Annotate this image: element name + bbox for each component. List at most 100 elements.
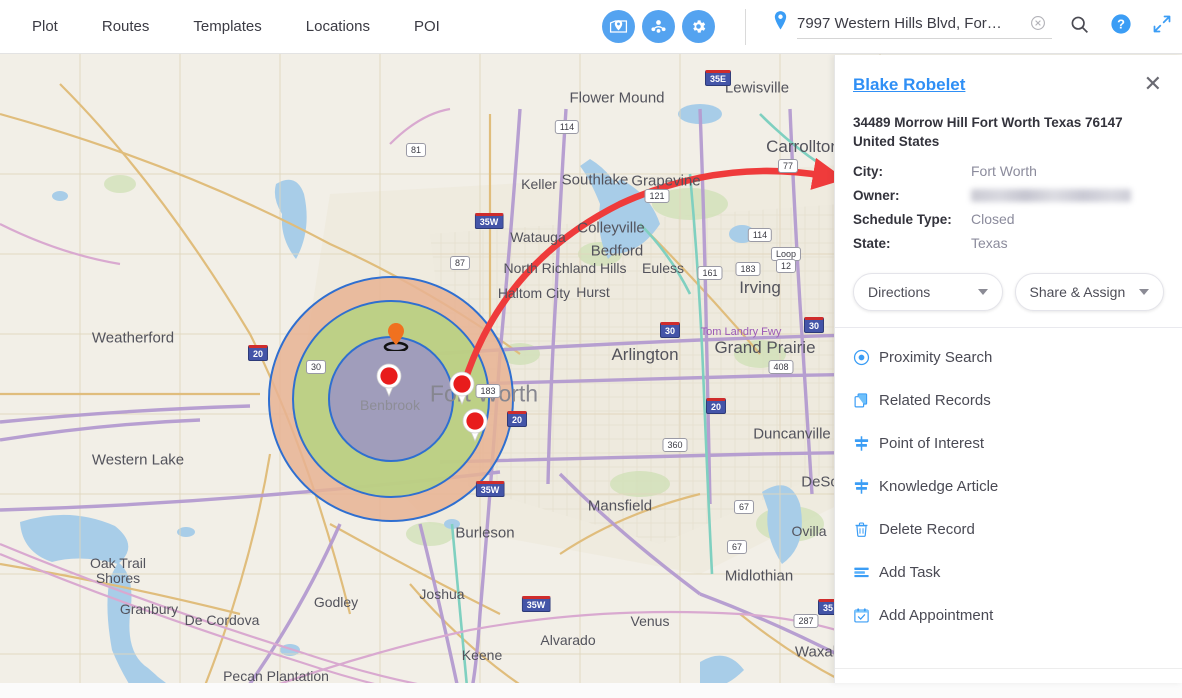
panel-action-buttons: Directions Share & Assign [835, 259, 1182, 311]
top-toolbar: Plot Routes Templates Locations POI 7997… [0, 0, 1182, 54]
toolbar-divider [745, 9, 746, 45]
menu-proximity-search[interactable]: Proximity Search [835, 336, 1182, 379]
panel-action-menu: Proximity Search Related Records Point o… [835, 328, 1182, 637]
field-row-state: State: Texas [853, 235, 1164, 251]
panel-header: Blake Robelet ✕ [835, 55, 1182, 95]
field-row-owner: Owner: [853, 187, 1164, 203]
close-icon[interactable]: ✕ [1142, 73, 1164, 95]
map-route-shield: 360 [662, 438, 688, 452]
svg-text:?: ? [1117, 17, 1125, 32]
field-value-state: Texas [971, 235, 1008, 251]
map-marker-3[interactable] [462, 408, 488, 447]
nav-item-plot[interactable]: Plot [10, 0, 80, 53]
menu-delete-record[interactable]: Delete Record [835, 508, 1182, 551]
map-route-shield: 12 [775, 259, 797, 273]
menu-label: Point of Interest [879, 435, 985, 452]
nav-label: POI [413, 18, 440, 35]
directions-label: Directions [868, 284, 931, 300]
nav-item-templates[interactable]: Templates [171, 0, 283, 53]
record-fields: City: Fort Worth Owner: Schedule Type: C… [835, 151, 1182, 251]
search-icon[interactable] [1069, 14, 1090, 35]
menu-related-records[interactable]: Related Records [835, 379, 1182, 422]
gear-icon[interactable] [682, 10, 715, 43]
map-route-shield: 35W [474, 213, 504, 229]
target-circle-icon [853, 349, 879, 366]
chevron-down-icon [1139, 289, 1149, 295]
map-route-shield: 30 [659, 322, 681, 338]
map-route-shield: 81 [405, 143, 427, 157]
field-value-city: Fort Worth [971, 163, 1037, 179]
menu-label: Delete Record [879, 521, 975, 538]
calendar-check-icon [853, 607, 879, 624]
map-route-shield: 287 [793, 614, 819, 628]
field-label: Owner: [853, 188, 900, 203]
map-route-shield: 161 [697, 266, 723, 280]
map-marker-1[interactable] [376, 363, 402, 402]
pegman-street-view[interactable] [381, 317, 411, 356]
toolbar-action-icons [602, 10, 715, 43]
trash-icon [853, 521, 879, 538]
map-route-shield: 114 [554, 120, 580, 134]
help-icon[interactable]: ? [1110, 13, 1132, 35]
menu-add-task[interactable]: Add Task [835, 551, 1182, 594]
share-assign-dropdown[interactable]: Share & Assign [1014, 273, 1164, 311]
nav-label: Plot [32, 18, 58, 35]
share-assign-label: Share & Assign [1029, 284, 1126, 300]
nav-item-poi[interactable]: POI [392, 0, 462, 53]
task-list-icon [853, 564, 879, 581]
address-search [772, 8, 1052, 39]
field-label: City: [853, 164, 883, 179]
nav-item-routes[interactable]: Routes [80, 0, 172, 53]
search-field-wrap [797, 8, 1052, 39]
record-title-link[interactable]: Blake Robelet [853, 75, 965, 95]
map-route-shield: 87 [449, 256, 471, 270]
map-pin-plot-icon[interactable] [602, 10, 635, 43]
expand-icon[interactable] [1152, 14, 1172, 34]
location-pin-icon [772, 9, 789, 38]
menu-add-appointment[interactable]: Add Appointment [835, 594, 1182, 637]
field-value-owner-redacted [971, 189, 1131, 202]
map-route-shield: 77 [777, 159, 799, 173]
menu-label: Proximity Search [879, 349, 993, 366]
address-line-1: 34489 Morrow Hill Fort Worth Texas 76147 [853, 115, 1123, 130]
map-route-shield: 20 [506, 411, 528, 427]
map-route-shield: 35W [521, 596, 551, 612]
clear-circle-icon[interactable] [1030, 15, 1046, 36]
map-route-shield: 114 [747, 228, 773, 242]
menu-knowledge-article[interactable]: Knowledge Article [835, 465, 1182, 508]
nav-item-locations[interactable]: Locations [284, 0, 392, 53]
record-detail-panel: Blake Robelet ✕ 34489 Morrow Hill Fort W… [834, 55, 1182, 683]
chevron-down-icon [977, 289, 988, 295]
map-route-shield: 183 [735, 262, 761, 276]
map-route-shield: 67 [726, 540, 748, 554]
menu-point-of-interest[interactable]: Point of Interest [835, 422, 1182, 465]
share-network-icon[interactable] [642, 10, 675, 43]
page-footer [0, 683, 1182, 698]
field-row-city: City: Fort Worth [853, 163, 1164, 179]
map-route-shield: 183 [475, 384, 501, 398]
nav-label: Routes [101, 18, 150, 35]
map-route-shield: 35E [704, 70, 732, 86]
map-marker-2[interactable] [449, 371, 475, 410]
directions-dropdown[interactable]: Directions [853, 273, 1003, 311]
map-route-shield: 20 [247, 345, 269, 361]
signpost-icon [853, 435, 879, 452]
toolbar-right-icons: ? [1069, 13, 1172, 35]
signpost-icon [853, 478, 879, 495]
map-route-shield: 35W [475, 481, 505, 497]
field-value-schedule-type: Closed [971, 211, 1015, 227]
nav-label: Templates [193, 18, 262, 35]
nav-label: Locations [305, 18, 370, 35]
map-route-shield: 408 [768, 360, 794, 374]
address-line-2: United States [853, 134, 940, 149]
map-route-shield: 30 [305, 360, 327, 374]
field-label: State: [853, 236, 891, 251]
map-route-shield: 67 [733, 500, 755, 514]
record-address: 34489 Morrow Hill Fort Worth Texas 76147… [835, 95, 1182, 151]
search-input[interactable] [797, 14, 1011, 32]
map-route-shield: 121 [644, 189, 670, 203]
menu-label: Add Appointment [879, 607, 994, 624]
copy-records-icon [853, 392, 879, 409]
menu-label: Related Records [879, 392, 991, 409]
field-label: Schedule Type: [853, 212, 952, 227]
